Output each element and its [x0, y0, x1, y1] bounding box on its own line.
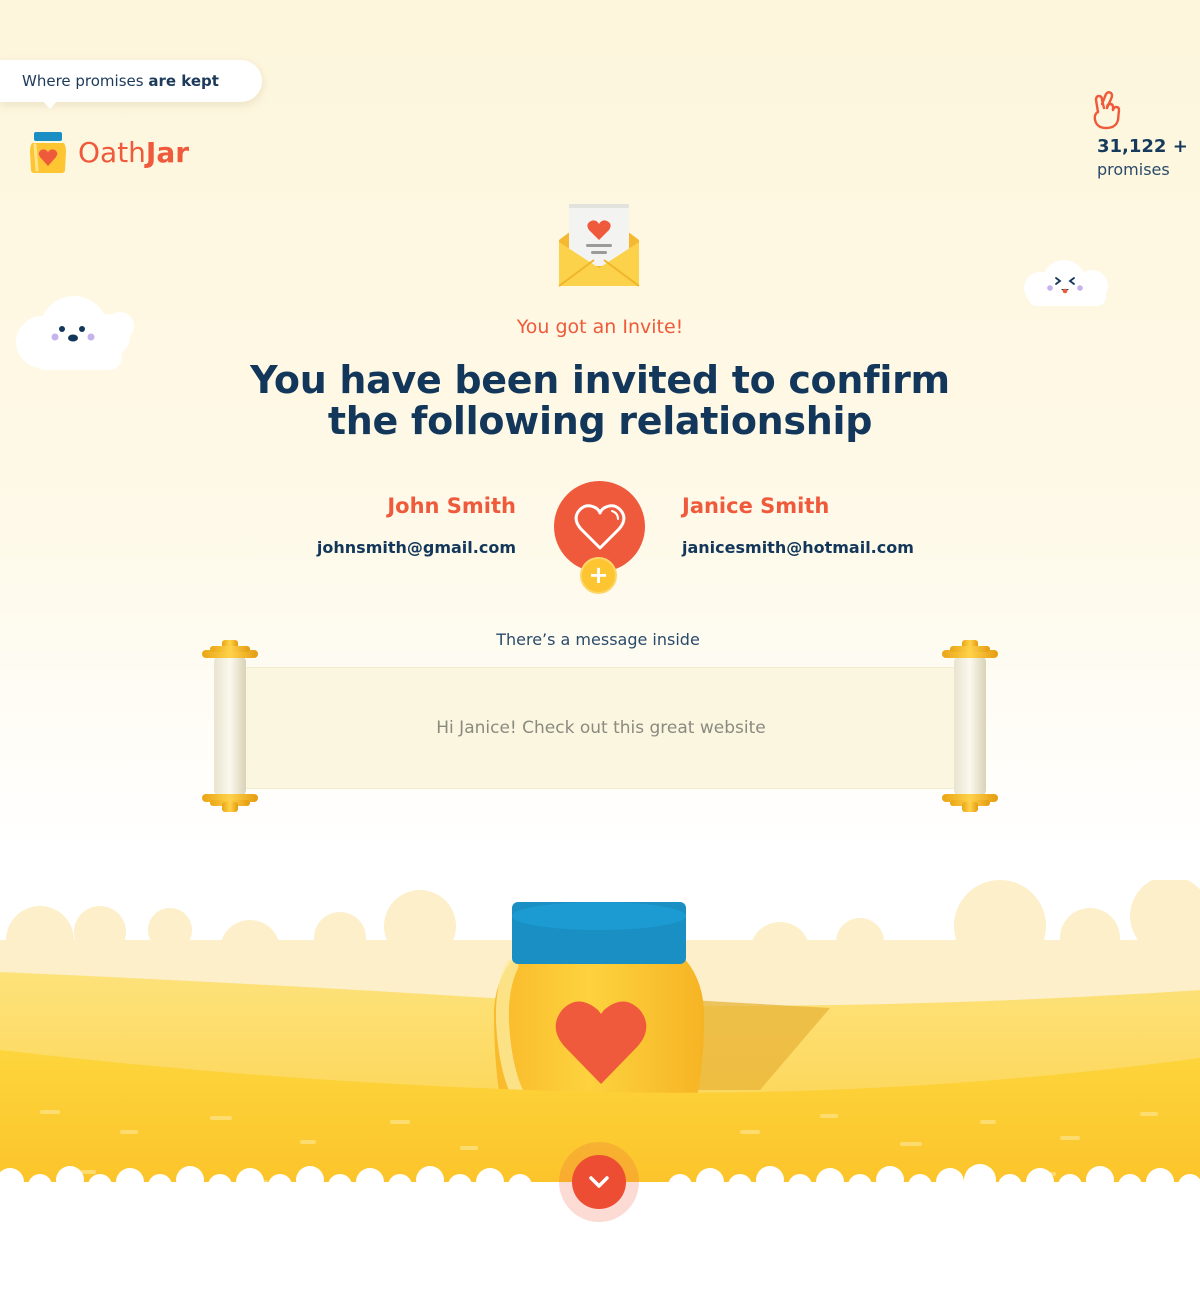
- tagline-bold: are kept: [148, 72, 219, 90]
- page-title: You have been invited to confirm the fol…: [0, 360, 1200, 442]
- headline-line-2: the following relationship: [327, 399, 873, 443]
- chevron-down-icon: [589, 1176, 609, 1188]
- tagline-bubble: Where promises are kept: [0, 60, 262, 102]
- scroll-roller-left-icon: [202, 640, 258, 812]
- message-label: There’s a message inside: [496, 630, 700, 649]
- crossed-fingers-icon: [1093, 91, 1121, 130]
- logo-word-light: Oath: [78, 136, 146, 169]
- heart-icon: [574, 503, 625, 549]
- field-landscape-illustration: [0, 880, 1200, 1300]
- logo-word-bold: Jar: [145, 136, 190, 169]
- headline-line-1: You have been invited to confirm: [250, 358, 950, 402]
- person1-email[interactable]: johnsmith@gmail.com: [317, 538, 516, 557]
- brand-logo[interactable]: OathJar: [78, 136, 189, 169]
- promise-count-label: promises: [1097, 160, 1170, 179]
- invite-kicker: You got an Invite!: [516, 316, 684, 338]
- promise-count: 31,122 +: [1097, 136, 1188, 157]
- tagline-tail: [42, 100, 58, 109]
- scroll-down-button[interactable]: [572, 1155, 626, 1209]
- jar-illustration: [494, 902, 705, 1120]
- love-letter-envelope-icon: [558, 204, 640, 287]
- cloud-face-right-icon: [1024, 260, 1108, 306]
- message-text: Hi Janice! Check out this great website: [436, 718, 766, 738]
- plus-icon[interactable]: +: [580, 557, 617, 594]
- person2-email[interactable]: janicesmith@hotmail.com: [682, 538, 914, 557]
- scroll-roller-right-icon: [942, 640, 998, 812]
- person1-name: John Smith: [387, 494, 516, 518]
- jar-logo-icon[interactable]: [28, 132, 68, 174]
- person2-name: Janice Smith: [682, 494, 830, 518]
- tagline-prefix: Where promises: [22, 72, 144, 90]
